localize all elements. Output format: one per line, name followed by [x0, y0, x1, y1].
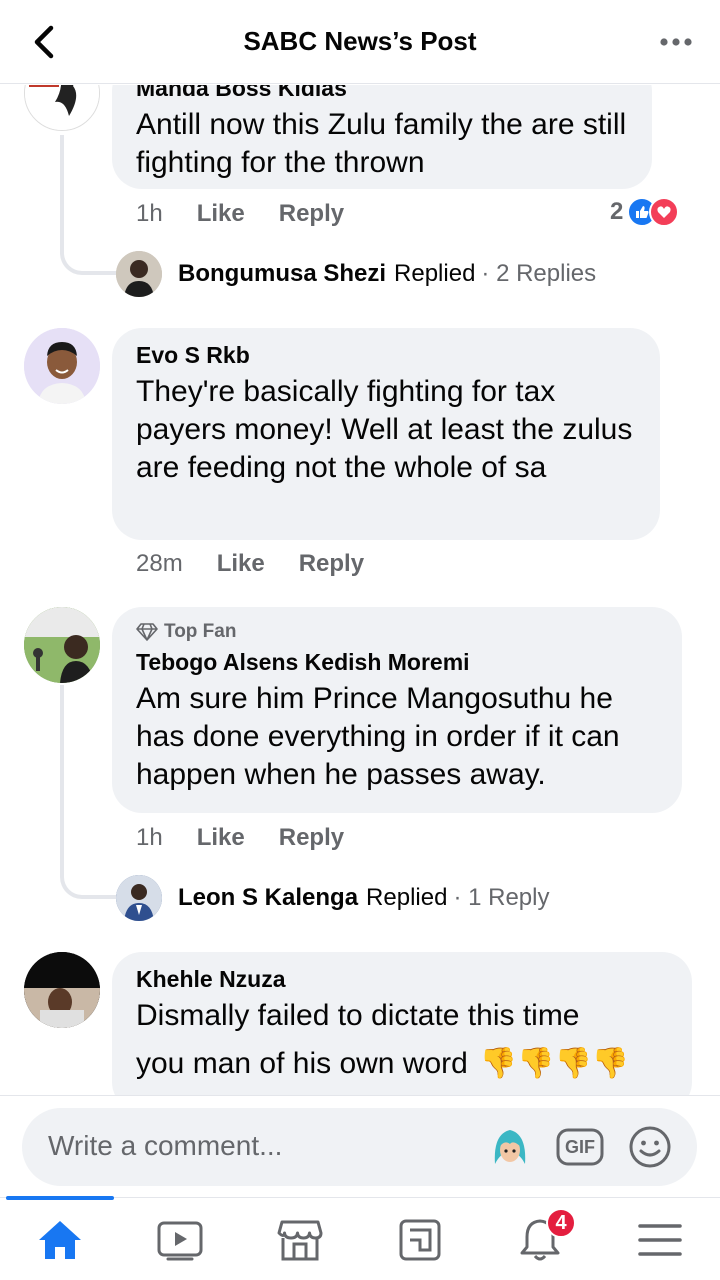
comment-input[interactable]: Write a comment... [48, 1130, 282, 1162]
comment-text-line: Dismally failed to dictate this time [136, 999, 580, 1032]
avatar[interactable] [24, 952, 100, 1028]
love-reaction-icon [649, 197, 680, 227]
active-tab-indicator [6, 1196, 114, 1200]
comment-author[interactable]: Evo S Rkb [136, 342, 636, 369]
comment-bubble[interactable]: Manda Boss Kidias Antill now this Zulu f… [112, 85, 652, 189]
comment-composer[interactable]: Write a comment... GIF [22, 1108, 697, 1186]
emoji-button[interactable] [626, 1123, 674, 1171]
nav-menu[interactable] [600, 1198, 720, 1280]
avatar[interactable] [24, 607, 100, 683]
comment-bubble[interactable]: Khehle Nzuza Dismally failed to dictate … [112, 952, 692, 1095]
video-icon [157, 1221, 203, 1260]
comment-text: Am sure him Prince Mangosuthu he has don… [136, 682, 620, 791]
comment-actions: 28m Like Reply [136, 550, 398, 578]
news-icon [399, 1219, 441, 1260]
reply-count: · 2 Replies [481, 260, 597, 287]
reply-button[interactable]: Reply [279, 200, 344, 228]
thread-line [60, 135, 116, 275]
comment-composer-bar: Write a comment... GIF [0, 1095, 720, 1197]
smiley-icon [629, 1126, 671, 1168]
home-icon [39, 1220, 81, 1259]
avatar[interactable] [24, 85, 100, 131]
reply-verb: Replied [394, 260, 476, 287]
page-title: SABC News’s Post [243, 26, 477, 56]
marketplace-icon [277, 1220, 323, 1260]
thumbs-down-emoji-icon: 👎👎👎👎 [479, 1047, 630, 1080]
comment-author[interactable]: Manda Boss Kidias [136, 85, 628, 102]
comment-text: They're basically fighting for tax payer… [136, 375, 633, 484]
comment-author[interactable]: Tebogo Alsens Kedish Moremi [136, 649, 658, 676]
reply-author: Leon S Kalenga [178, 884, 359, 911]
reply-preview[interactable]: Bongumusa Shezi Replied · 2 Replies [116, 251, 596, 297]
comment-time[interactable]: 1h [136, 200, 163, 228]
thread-line [60, 685, 116, 899]
notification-badge: 4 [546, 1208, 576, 1238]
reaction-summary[interactable]: 2 [610, 197, 680, 227]
comment-text-line: you man of his own word [136, 1047, 468, 1080]
post-header: SABC News’s Post [0, 0, 720, 84]
diamond-icon [136, 623, 158, 641]
gif-label: GIF [565, 1136, 595, 1157]
gif-button[interactable]: GIF [556, 1123, 604, 1171]
comment-text: Dismally failed to dictate this time you… [136, 997, 668, 1083]
comment-text-line-with-emoji: you man of his own word 👎👎👎👎 [136, 1045, 668, 1083]
comment-actions: 1h Like Reply [136, 200, 378, 228]
comment-bubble[interactable]: Top Fan Tebogo Alsens Kedish Moremi Am s… [112, 607, 682, 813]
reply-button[interactable]: Reply [299, 550, 364, 578]
nav-marketplace[interactable] [240, 1198, 360, 1280]
like-button[interactable]: Like [197, 824, 245, 852]
reply-count: · 1 Reply [453, 884, 550, 911]
avatar [116, 251, 162, 297]
reply-button[interactable]: Reply [279, 824, 344, 852]
avatar-sticker-button[interactable] [486, 1123, 534, 1171]
like-button[interactable]: Like [217, 550, 265, 578]
bottom-navigation: 4 [0, 1196, 720, 1280]
reply-author: Bongumusa Shezi [178, 260, 387, 287]
comment-time[interactable]: 1h [136, 824, 163, 852]
menu-icon [638, 1223, 682, 1256]
avatar-sticker-icon [494, 1130, 526, 1164]
nav-video[interactable] [120, 1198, 240, 1280]
reply-verb: Replied [366, 884, 448, 911]
reaction-count: 2 [610, 198, 624, 225]
top-fan-badge: Top Fan [136, 621, 658, 643]
nav-news[interactable] [360, 1198, 480, 1280]
top-fan-label: Top Fan [164, 621, 237, 642]
nav-notifications[interactable]: 4 [480, 1198, 600, 1280]
comment-actions: 1h Like Reply [136, 824, 378, 852]
comment-text: Antill now this Zulu family the are stil… [136, 108, 627, 179]
comment-time[interactable]: 28m [136, 550, 183, 578]
like-button[interactable]: Like [197, 200, 245, 228]
more-dots-icon [660, 38, 692, 46]
more-options-button[interactable] [656, 24, 696, 60]
avatar [116, 875, 162, 921]
nav-home[interactable] [0, 1196, 120, 1280]
comment-author[interactable]: Khehle Nzuza [136, 966, 668, 993]
comments-feed[interactable]: Manda Boss Kidias Antill now this Zulu f… [0, 85, 720, 1095]
comment-bubble[interactable]: Evo S Rkb They're basically fighting for… [112, 328, 660, 540]
avatar[interactable] [24, 328, 100, 404]
reply-preview[interactable]: Leon S Kalenga Replied · 1 Reply [116, 875, 549, 921]
